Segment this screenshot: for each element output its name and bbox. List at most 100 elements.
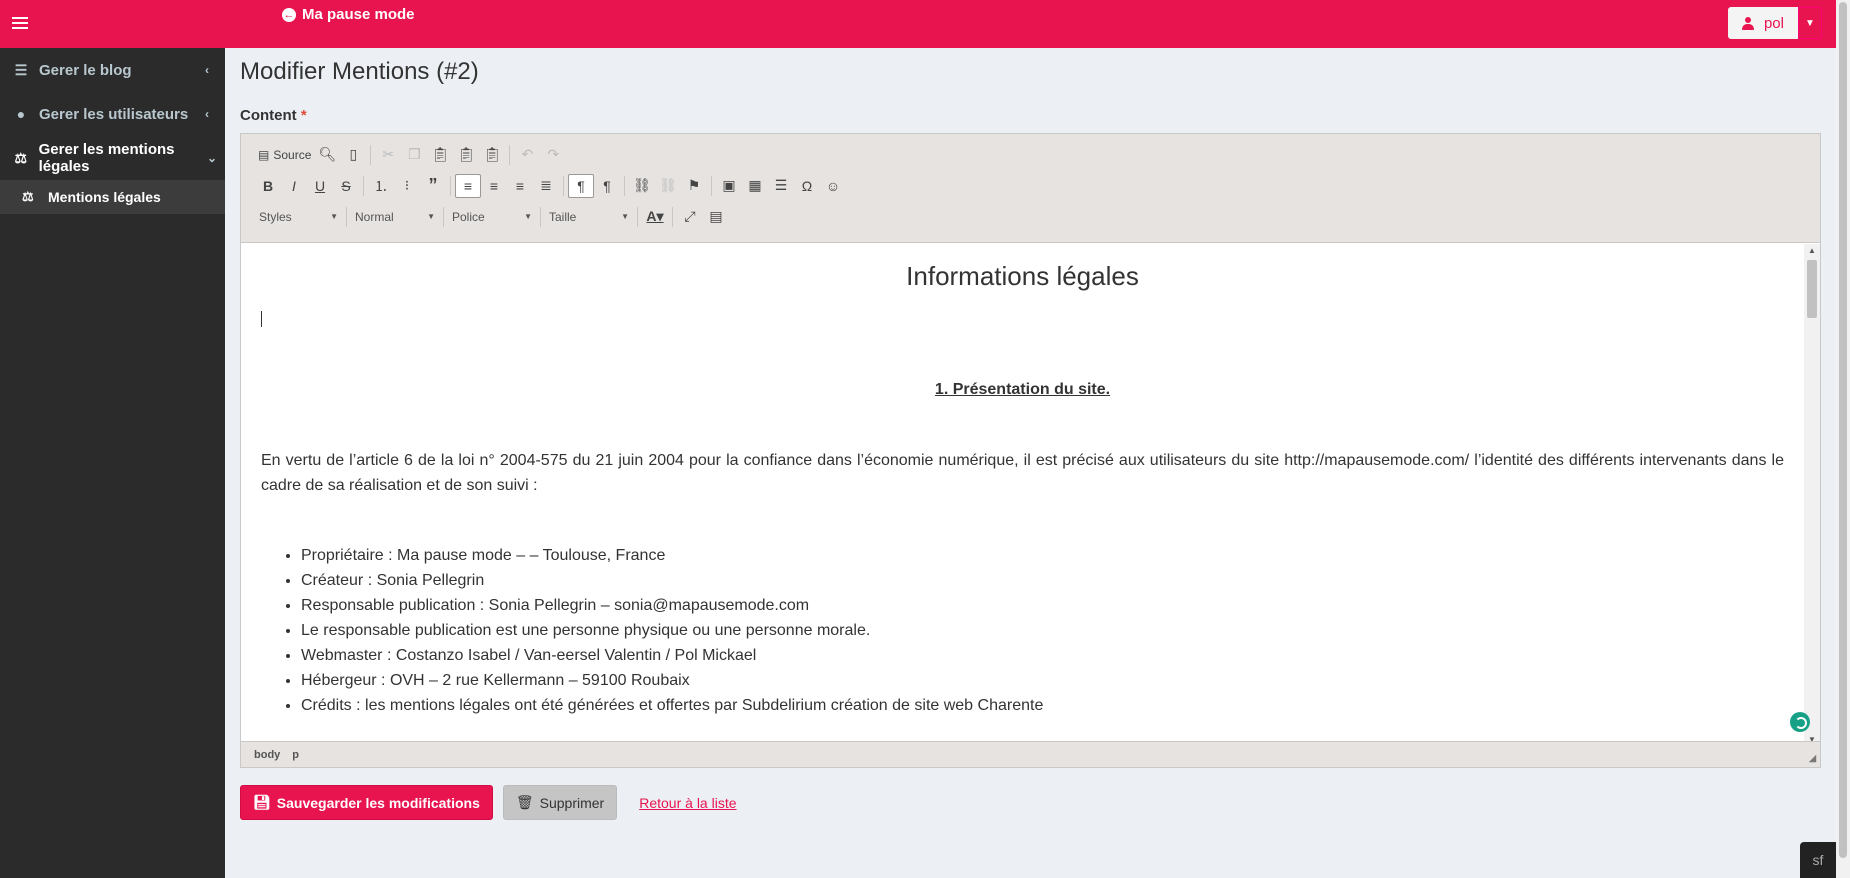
- format-select[interactable]: Normal ▼: [347, 206, 444, 227]
- editor-statusbar: body p ◢: [241, 741, 1820, 767]
- user-icon: [1741, 16, 1754, 30]
- styles-label: Styles: [259, 209, 292, 224]
- save-label: Sauvegarder les modifications: [276, 794, 480, 811]
- page-scrollbar-thumb[interactable]: [1839, 2, 1847, 858]
- sidebar-item-label: Gerer les utilisateurs: [39, 105, 189, 123]
- font-label: Police: [452, 209, 485, 224]
- page-scrollbar[interactable]: [1836, 0, 1850, 878]
- link-icon[interactable]: ⛓: [629, 174, 655, 198]
- rtl-icon[interactable]: ¶: [594, 174, 620, 198]
- delete-label: Supprimer: [539, 794, 605, 811]
- editor-content-area[interactable]: Informations légales 1. Présentation du …: [241, 244, 1804, 746]
- trash-icon: 🗑︎: [515, 794, 534, 810]
- editor-scrollbar[interactable]: ▲ ▼: [1804, 244, 1820, 746]
- format-label: Normal: [355, 209, 394, 224]
- anchor-flag-icon[interactable]: ⚑: [681, 174, 707, 198]
- caret-down-icon: ▼: [330, 212, 338, 221]
- page-title: Modifier Mentions (#2): [240, 58, 479, 85]
- special-char-icon[interactable]: Ω: [794, 174, 820, 198]
- scroll-up-icon[interactable]: ▲: [1808, 246, 1816, 255]
- main-content: Modifier Mentions (#2) Content * ▤ Source…: [225, 48, 1836, 878]
- text-color-icon[interactable]: A▾: [642, 205, 668, 229]
- delete-button[interactable]: 🗑︎ Supprimer: [502, 785, 618, 820]
- bulleted-list-icon[interactable]: ⁝: [394, 174, 420, 198]
- italic-icon[interactable]: I: [281, 174, 307, 198]
- source-label: Source: [273, 147, 312, 162]
- path-element-p[interactable]: p: [292, 749, 299, 761]
- size-label: Taille: [549, 209, 577, 224]
- cut-icon[interactable]: ✂: [375, 143, 401, 167]
- symfony-toolbar-icon[interactable]: sf: [1800, 842, 1836, 878]
- templates-icon[interactable]: ▯: [340, 143, 366, 167]
- list-item: Crédits : les mentions légales ont été g…: [301, 693, 1784, 718]
- styles-select[interactable]: Styles ▼: [251, 206, 347, 227]
- balance-scale-icon: ⚖: [14, 149, 28, 166]
- back-to-list-link[interactable]: Retour à la liste: [639, 795, 736, 811]
- caret-down-icon: ▼: [621, 212, 629, 221]
- list-icon: ☰: [14, 61, 28, 78]
- text-cursor: [261, 311, 262, 327]
- user-dropdown-toggle[interactable]: ▼: [1798, 7, 1822, 39]
- undo-icon[interactable]: ↶: [514, 143, 540, 167]
- source-button[interactable]: ▤ Source: [255, 143, 314, 167]
- unlink-icon[interactable]: ⛓: [655, 174, 681, 198]
- align-center-icon[interactable]: ≡: [481, 174, 507, 198]
- paste-word-icon[interactable]: 📋︎: [479, 143, 505, 167]
- resize-handle-icon[interactable]: ◢: [1809, 753, 1816, 764]
- table-icon[interactable]: ▦: [742, 174, 768, 198]
- justify-icon[interactable]: ≣: [533, 174, 559, 198]
- user-menu[interactable]: pol ▼: [1727, 7, 1822, 39]
- maximize-icon[interactable]: ⤢: [677, 205, 703, 229]
- balance-scale-icon: ⚖: [22, 189, 34, 204]
- align-right-icon[interactable]: ≡: [507, 174, 533, 198]
- save-button[interactable]: 💾︎ Sauvegarder les modifications: [240, 785, 493, 820]
- editor-toolbar: ▤ Source 🔍︎ ▯ ✂ ❐ 📋︎ 📋︎ 📋︎ ↶ ↷ B I U S ⒈…: [241, 134, 1820, 243]
- top-navbar: ← Ma pause mode pol ▼: [0, 0, 1836, 48]
- caret-down-icon: ▼: [427, 212, 435, 221]
- copy-icon[interactable]: ❐: [401, 143, 427, 167]
- paste-icon[interactable]: 📋︎: [427, 143, 453, 167]
- grammar-checker-icon[interactable]: [1790, 712, 1810, 732]
- user-circle-icon: ●: [16, 106, 26, 122]
- chevron-left-icon: ‹: [205, 107, 209, 121]
- numbered-list-icon[interactable]: ⒈: [368, 174, 394, 198]
- align-left-icon[interactable]: ≡: [455, 173, 481, 198]
- font-select[interactable]: Police ▼: [444, 206, 541, 227]
- list-item: Le responsable publication est une perso…: [301, 618, 1784, 643]
- scrollbar-thumb[interactable]: [1807, 260, 1817, 318]
- blockquote-icon[interactable]: ”: [420, 174, 446, 198]
- sidebar-item-legal[interactable]: ⚖ Gerer les mentions légales ⌄: [0, 136, 225, 180]
- caret-down-icon: ▼: [524, 212, 532, 221]
- sidebar-item-blog[interactable]: ☰ Gerer le blog ‹: [0, 48, 225, 92]
- sidebar-item-label: Gerer les mentions légales: [38, 141, 175, 175]
- sidebar-item-label: Gerer le blog: [39, 61, 132, 79]
- user-button[interactable]: pol: [1727, 7, 1798, 39]
- bold-icon[interactable]: B: [255, 174, 281, 198]
- preview-icon[interactable]: 🔍︎: [314, 143, 340, 167]
- source-icon: ▤: [258, 147, 270, 162]
- section-title: 1. Présentation du site.: [934, 381, 1111, 398]
- ltr-icon[interactable]: ¶: [568, 173, 594, 198]
- strikethrough-icon[interactable]: S: [333, 174, 359, 198]
- path-element-body[interactable]: body: [254, 749, 280, 761]
- hamburger-menu-icon[interactable]: [12, 14, 28, 30]
- size-select[interactable]: Taille ▼: [541, 206, 638, 227]
- brand-link[interactable]: ← Ma pause mode: [282, 6, 415, 23]
- list-item: Propriétaire : Ma pause mode – – Toulous…: [301, 543, 1784, 568]
- smiley-icon[interactable]: ☺: [820, 174, 846, 198]
- sidebar-subitem-mentions[interactable]: ⚖ Mentions légales: [0, 180, 225, 214]
- paste-text-icon[interactable]: 📋︎: [453, 143, 479, 167]
- horizontal-rule-icon[interactable]: ☰: [768, 174, 794, 198]
- info-list: Propriétaire : Ma pause mode – – Toulous…: [261, 543, 1784, 718]
- label-text: Content: [240, 107, 297, 124]
- show-blocks-icon[interactable]: ▤: [703, 205, 729, 229]
- user-name: pol: [1763, 14, 1784, 32]
- redo-icon[interactable]: ↷: [540, 143, 566, 167]
- chevron-down-icon: ⌄: [206, 151, 217, 165]
- sidebar-item-users[interactable]: ● Gerer les utilisateurs ‹: [0, 92, 225, 136]
- underline-icon[interactable]: U: [307, 174, 333, 198]
- required-marker: *: [300, 107, 307, 124]
- sidebar: ☰ Gerer le blog ‹ ● Gerer les utilisateu…: [0, 48, 225, 878]
- form-actions: 💾︎ Sauvegarder les modifications 🗑︎ Supp…: [240, 785, 737, 820]
- image-icon[interactable]: ▣: [716, 174, 742, 198]
